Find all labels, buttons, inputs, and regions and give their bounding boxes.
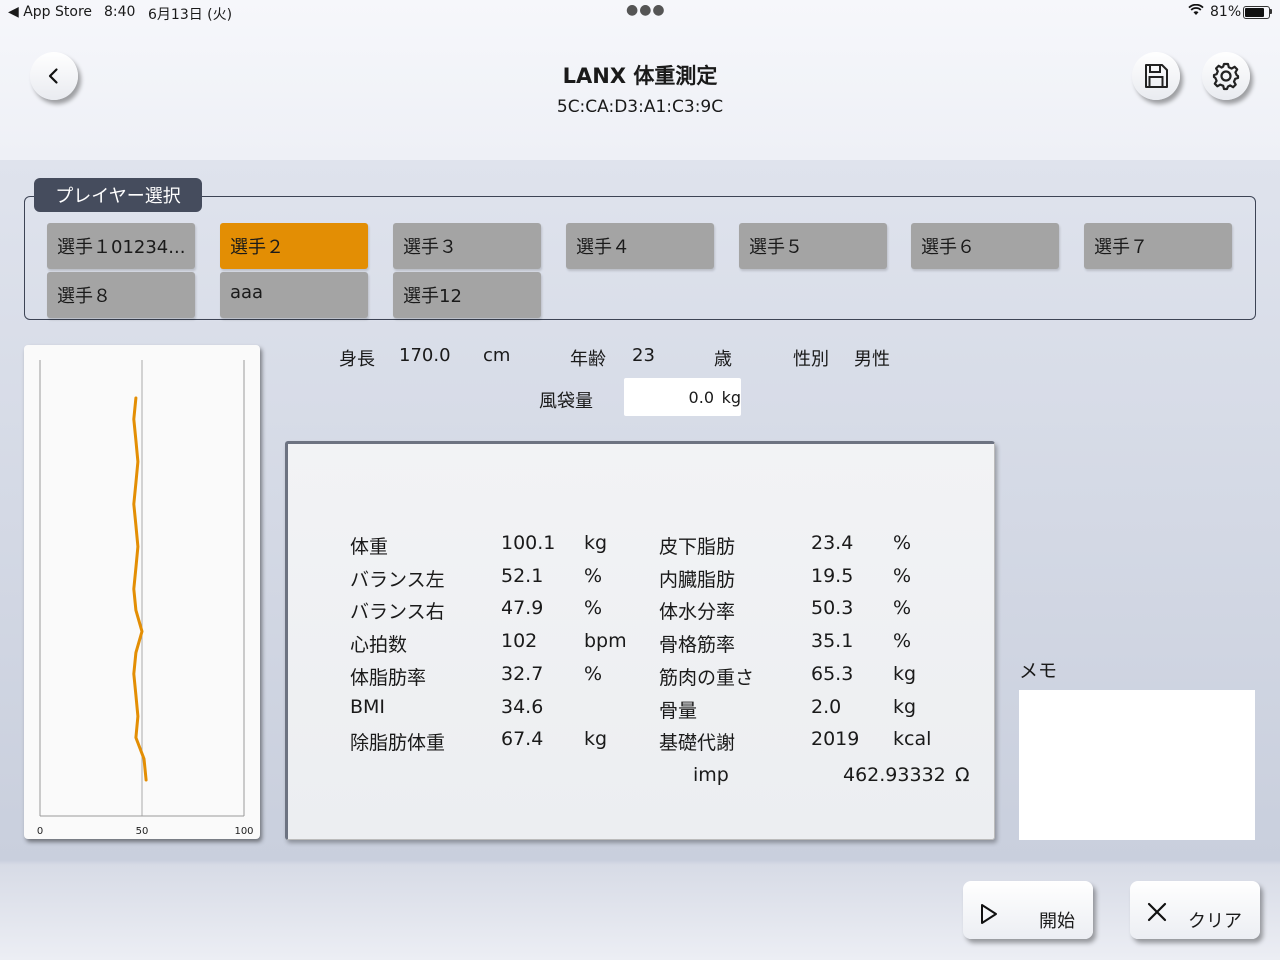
result-value: 32.7 bbox=[501, 663, 544, 685]
player-button[interactable]: 選手４ bbox=[566, 223, 714, 269]
balloon-unit: kg bbox=[721, 388, 741, 407]
chart-tick-label: 0 bbox=[37, 826, 43, 837]
result-value: 35.1 bbox=[811, 630, 854, 652]
play-icon bbox=[981, 904, 997, 924]
wifi-icon bbox=[1188, 4, 1204, 15]
memo-input[interactable] bbox=[1019, 690, 1255, 840]
player-button[interactable]: 選手12 bbox=[393, 272, 541, 318]
balloon-input[interactable]: 0.0 kg bbox=[624, 378, 741, 416]
age-value: 23 bbox=[632, 345, 655, 366]
status-bar: ◀ App Store 8:40 6月13日 (火) ●●● 81% bbox=[0, 0, 1280, 24]
save-button[interactable] bbox=[1132, 52, 1180, 100]
status-time: 8:40 bbox=[104, 4, 136, 20]
result-value: 2019 bbox=[811, 728, 860, 750]
close-icon bbox=[1147, 902, 1167, 922]
memo-label: メモ bbox=[1019, 660, 1058, 682]
player-button[interactable]: aaa bbox=[220, 272, 368, 318]
clear-label: クリア bbox=[1188, 911, 1242, 932]
player-button[interactable]: 選手８ bbox=[47, 272, 195, 318]
result-label: 骨格筋率 bbox=[659, 634, 736, 656]
player-button[interactable]: 選手３ bbox=[393, 223, 541, 269]
result-label: 皮下脂肪 bbox=[659, 536, 736, 558]
result-value: 100.1 bbox=[501, 532, 556, 554]
result-unit: kcal bbox=[893, 728, 932, 750]
result-value: 2.0 bbox=[811, 696, 842, 718]
height-label: 身長 bbox=[339, 349, 375, 370]
status-back-to-app[interactable]: ◀ App Store bbox=[8, 4, 92, 20]
player-selection-label: プレイヤー選択 bbox=[34, 178, 202, 212]
clear-button[interactable]: クリア bbox=[1130, 881, 1260, 939]
imp-unit: Ω bbox=[955, 764, 970, 786]
player-button[interactable]: 選手２ bbox=[220, 223, 368, 269]
result-unit: % bbox=[584, 597, 603, 619]
result-value: 23.4 bbox=[811, 532, 854, 554]
save-icon bbox=[1145, 64, 1168, 88]
result-unit: % bbox=[584, 565, 603, 587]
result-unit: kg bbox=[584, 532, 608, 554]
result-label: 体脂肪率 bbox=[350, 667, 427, 689]
sex-label: 性別 bbox=[793, 349, 829, 370]
result-unit: % bbox=[893, 565, 912, 587]
chart-tick-label: 50 bbox=[136, 826, 149, 837]
result-unit: bpm bbox=[584, 630, 627, 652]
imp-value: 462.93332 bbox=[843, 764, 946, 786]
sex-value: 男性 bbox=[854, 349, 890, 370]
result-value: 19.5 bbox=[811, 565, 854, 587]
start-label: 開始 bbox=[1039, 911, 1075, 932]
result-unit: % bbox=[584, 663, 603, 685]
chart-tick-label: 100 bbox=[234, 826, 253, 837]
multitasking-dots-icon[interactable]: ●●● bbox=[626, 2, 666, 18]
imp-label: imp bbox=[693, 764, 729, 786]
result-label: 筋肉の重さ bbox=[659, 667, 755, 689]
result-unit: % bbox=[893, 630, 912, 652]
result-label: 体水分率 bbox=[659, 601, 736, 623]
result-unit: % bbox=[893, 532, 912, 554]
chart-series-line bbox=[132, 396, 148, 782]
battery-level bbox=[1245, 8, 1264, 17]
result-unit: kg bbox=[893, 696, 917, 718]
balance-chart: 0 50 100 bbox=[37, 360, 254, 837]
result-value: 50.3 bbox=[811, 597, 854, 619]
battery-percent: 81% bbox=[1210, 4, 1242, 20]
result-label: 心拍数 bbox=[350, 634, 408, 656]
result-label: 除脂肪体重 bbox=[350, 732, 446, 754]
result-unit: kg bbox=[584, 728, 608, 750]
result-label: 体重 bbox=[350, 536, 389, 558]
player-button[interactable]: 選手５ bbox=[739, 223, 887, 269]
start-button[interactable]: 開始 bbox=[963, 881, 1093, 939]
result-label: 骨量 bbox=[659, 700, 698, 722]
result-label: バランス左 bbox=[350, 569, 445, 591]
result-label: バランス右 bbox=[350, 601, 445, 623]
result-unit: kg bbox=[893, 663, 917, 685]
age-label: 年齢 bbox=[570, 349, 606, 370]
status-date: 6月13日 (火) bbox=[148, 7, 233, 23]
result-unit: % bbox=[893, 597, 912, 619]
balloon-value: 0.0 bbox=[688, 388, 714, 407]
page-title: LANX 体重測定 bbox=[562, 64, 718, 88]
player-button[interactable]: 選手１01234... bbox=[47, 223, 195, 269]
age-unit: 歳 bbox=[714, 349, 732, 370]
balloon-label: 風袋量 bbox=[539, 391, 593, 412]
player-button[interactable]: 選手７ bbox=[1084, 223, 1232, 269]
result-label: 基礎代謝 bbox=[659, 732, 736, 754]
settings-button[interactable] bbox=[1202, 52, 1250, 100]
result-value: 52.1 bbox=[501, 565, 544, 587]
result-label: BMI bbox=[350, 696, 386, 718]
chevron-left-icon bbox=[48, 68, 58, 84]
balance-chart-panel: 0 50 100 bbox=[24, 345, 260, 839]
height-value: 170.0 bbox=[399, 345, 451, 366]
gear-icon bbox=[1212, 62, 1240, 91]
battery-nub bbox=[1270, 9, 1272, 14]
result-value: 47.9 bbox=[501, 597, 544, 619]
battery-icon bbox=[1243, 6, 1270, 19]
result-value: 34.6 bbox=[501, 696, 544, 718]
result-label: 内臓脂肪 bbox=[659, 569, 736, 591]
height-unit: cm bbox=[483, 345, 511, 366]
result-value: 67.4 bbox=[501, 728, 544, 750]
result-value: 65.3 bbox=[811, 663, 854, 685]
back-button[interactable] bbox=[30, 52, 78, 100]
player-button[interactable]: 選手６ bbox=[911, 223, 1059, 269]
result-value: 102 bbox=[501, 630, 538, 652]
device-address: 5C:CA:D3:A1:C3:9C bbox=[556, 97, 724, 117]
